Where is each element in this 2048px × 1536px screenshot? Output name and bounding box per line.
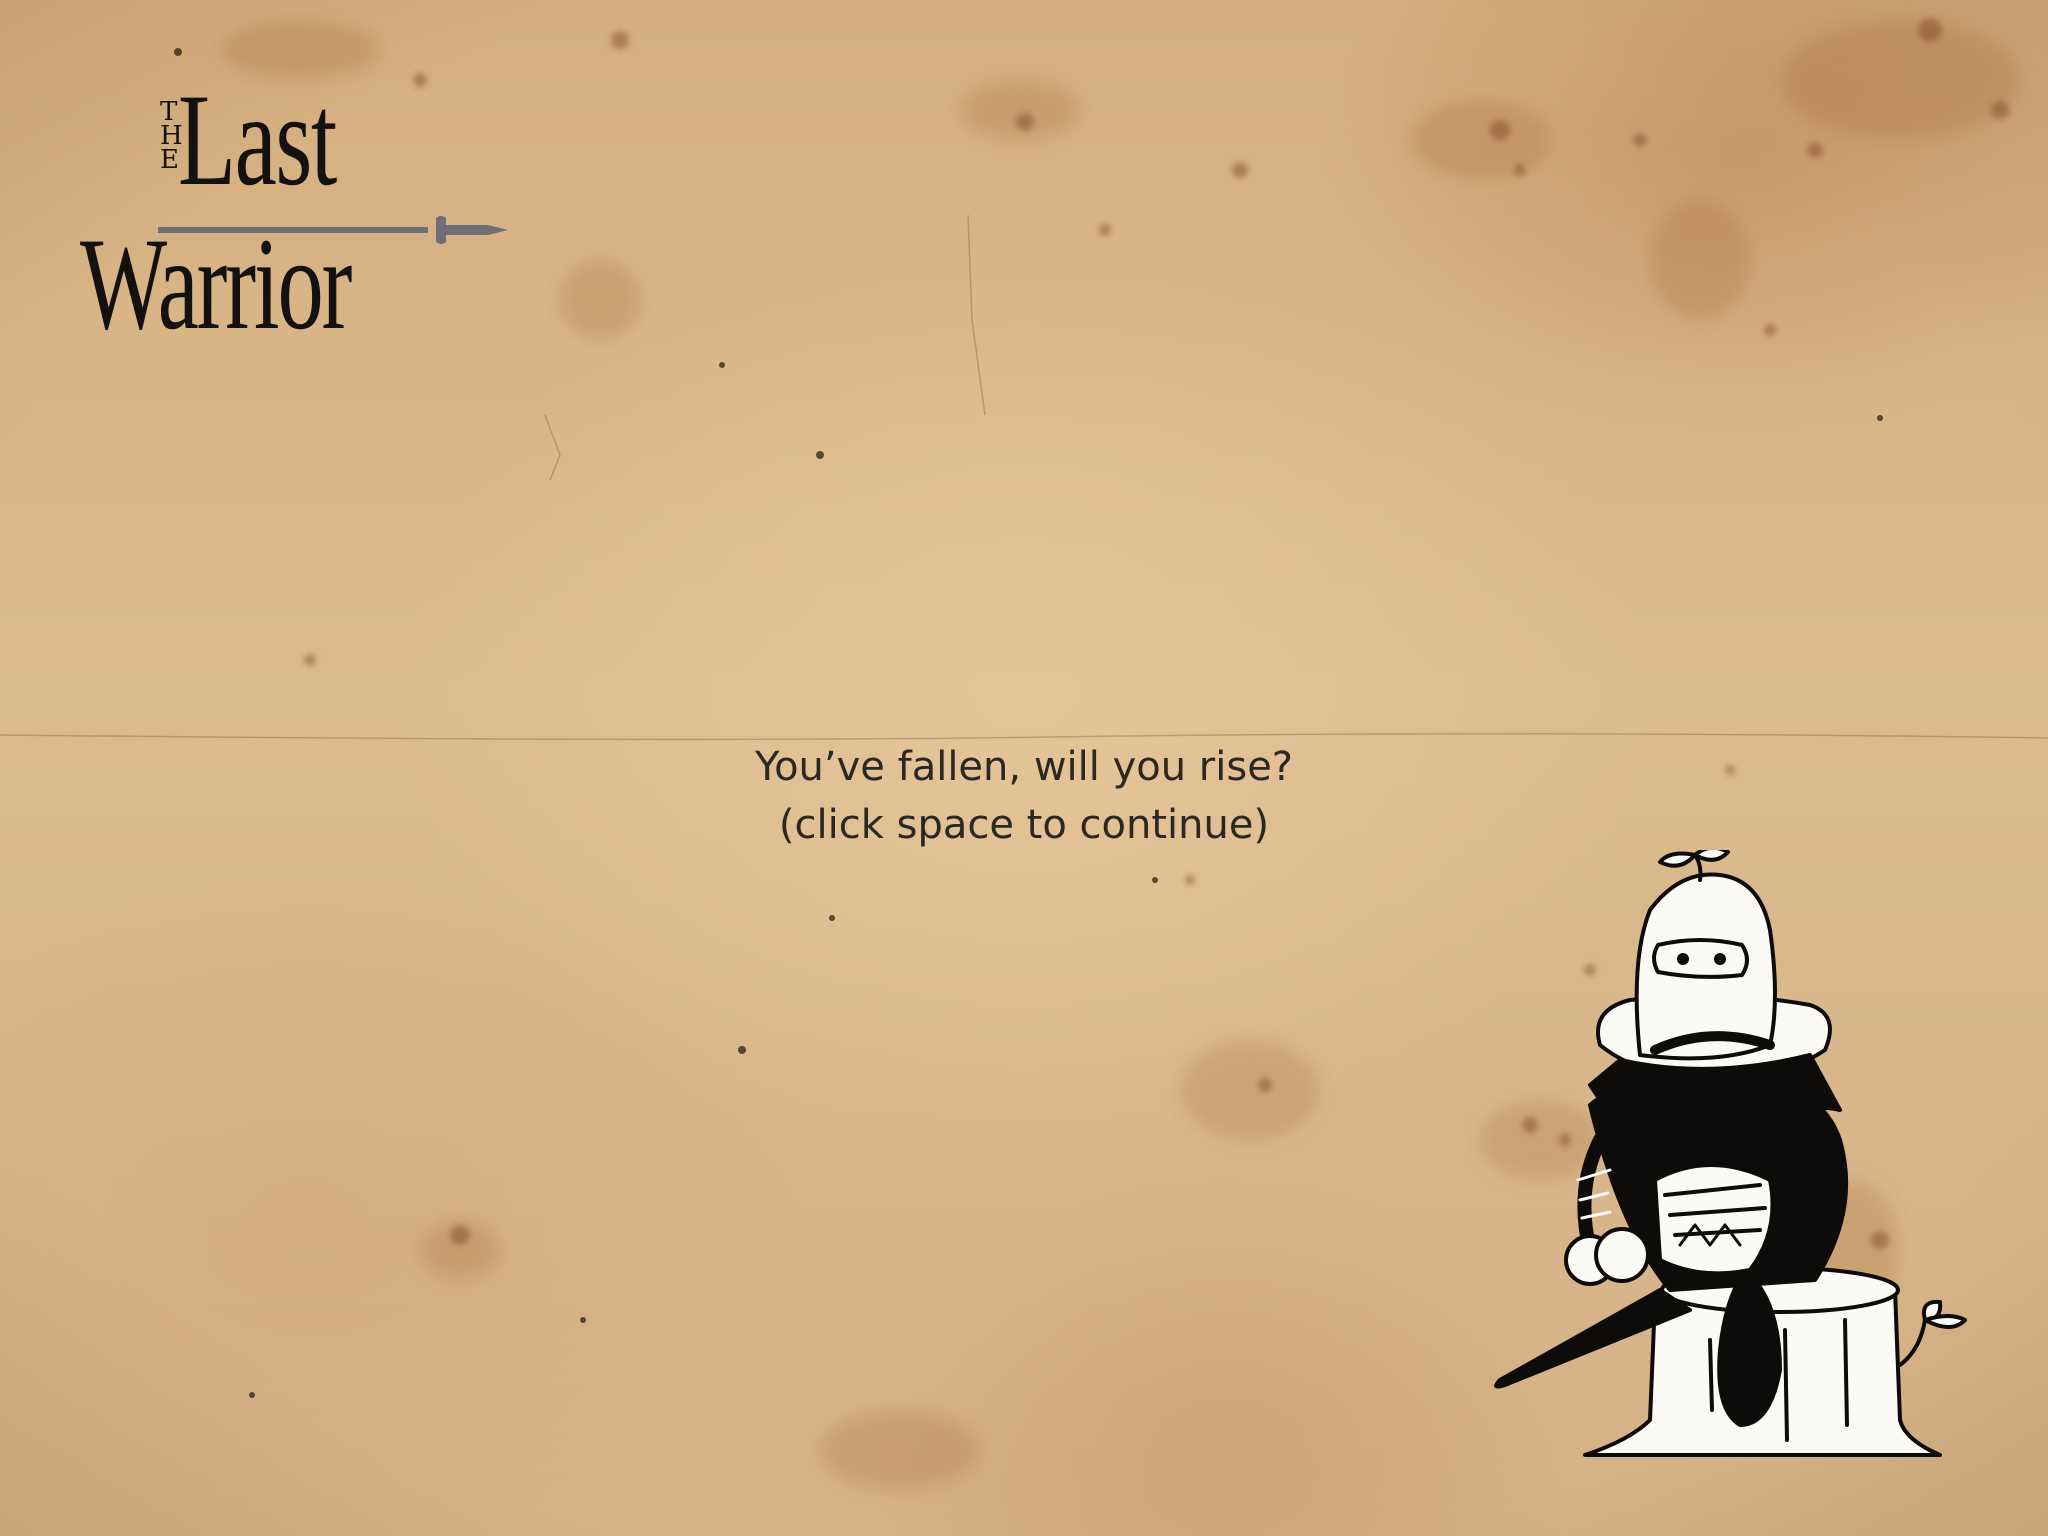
game-over-message: You’ve fallen, will you rise? (click spa… — [524, 738, 1524, 854]
logo-the-text: THE — [160, 97, 183, 175]
logo-last-text: Last — [178, 66, 337, 213]
message-line-fallen: You’ve fallen, will you rise? — [754, 744, 1294, 790]
message-line-continue: (click space to continue) — [778, 802, 1270, 848]
game-logo: THE Last Warrior — [78, 74, 508, 362]
logo-warrior-text: Warrior — [80, 210, 352, 357]
knight-character — [1494, 850, 1967, 1457]
game-screen[interactable]: THE Last Warrior You’ve fallen, will you… — [0, 0, 2048, 1536]
